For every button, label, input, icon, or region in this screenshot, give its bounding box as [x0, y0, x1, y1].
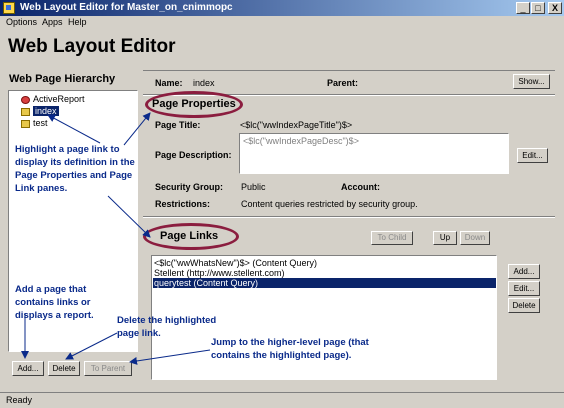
callout-arrows [21, 112, 211, 365]
status-bar: Ready [0, 392, 564, 408]
arrow-to-delete [65, 332, 118, 360]
status-text: Ready [6, 395, 33, 405]
arrow-to-to-parent [129, 349, 211, 365]
arrow-to-index [47, 114, 101, 144]
arrow-to-page-links [107, 195, 151, 238]
arrow-to-page-properties [123, 112, 151, 146]
